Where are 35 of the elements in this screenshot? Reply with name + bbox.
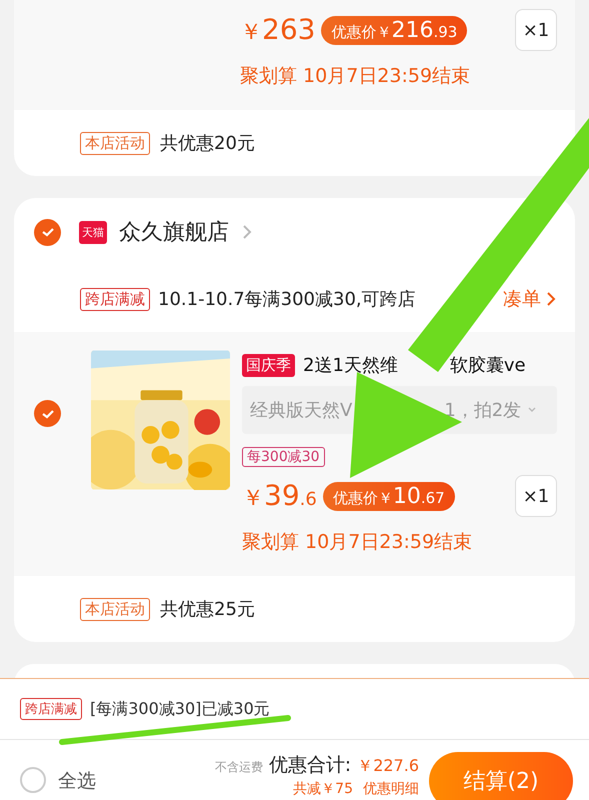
- promo-tag: 跨店满减: [80, 288, 150, 310]
- quantity-button[interactable]: ×1: [515, 9, 557, 51]
- discount-applied-text: [每满300减30]已减30元: [90, 698, 270, 720]
- shipping-note: 不含运费: [214, 759, 263, 776]
- quantity-button[interactable]: ×1: [515, 475, 557, 517]
- product-title[interactable]: 2送1天然维: [303, 353, 398, 377]
- price: ￥39.6: [242, 479, 317, 513]
- activity-text: 共优惠25元: [160, 598, 255, 621]
- promo-badge: 国庆季: [242, 354, 295, 376]
- checkmark-icon: [40, 227, 54, 237]
- discount-price-badge: 优惠价￥10.67: [322, 482, 455, 510]
- chevron-right-icon: [241, 223, 253, 241]
- discount-price-badge: 优惠价￥216.93: [321, 16, 468, 44]
- savings-text: 共减￥75: [293, 780, 353, 798]
- deal-deadline: 聚划算 10月7日23:59结束: [240, 64, 472, 89]
- dropdown-icon: [527, 406, 538, 414]
- activity-text: 共优惠20元: [160, 132, 255, 155]
- promo-tag: 跨店满减: [20, 698, 82, 720]
- activity-tag: 本店活动: [80, 132, 150, 154]
- select-all-radio[interactable]: [20, 767, 46, 793]
- checkmark-icon: [40, 408, 54, 418]
- total-amount: ￥227.6: [357, 756, 419, 777]
- chevron-right-icon: [545, 290, 557, 308]
- checkbox[interactable]: [34, 218, 61, 246]
- deal-deadline: 聚划算 10月7日23:59结束: [242, 530, 474, 555]
- store-name[interactable]: 众久旗舰店: [119, 217, 229, 247]
- product-title[interactable]: 软胶囊ve: [450, 353, 526, 377]
- checkbox[interactable]: [34, 400, 61, 427]
- discount-tag: 每300减30: [242, 447, 325, 467]
- total-label: 优惠合计:: [268, 753, 352, 778]
- price: ￥263: [240, 13, 316, 47]
- select-all-label[interactable]: 全选: [58, 768, 96, 794]
- activity-tag: 本店活动: [80, 598, 150, 620]
- promo-text: 10.1-10.7每满300减30,可跨店: [158, 288, 417, 311]
- store-badge: 天猫: [79, 220, 107, 244]
